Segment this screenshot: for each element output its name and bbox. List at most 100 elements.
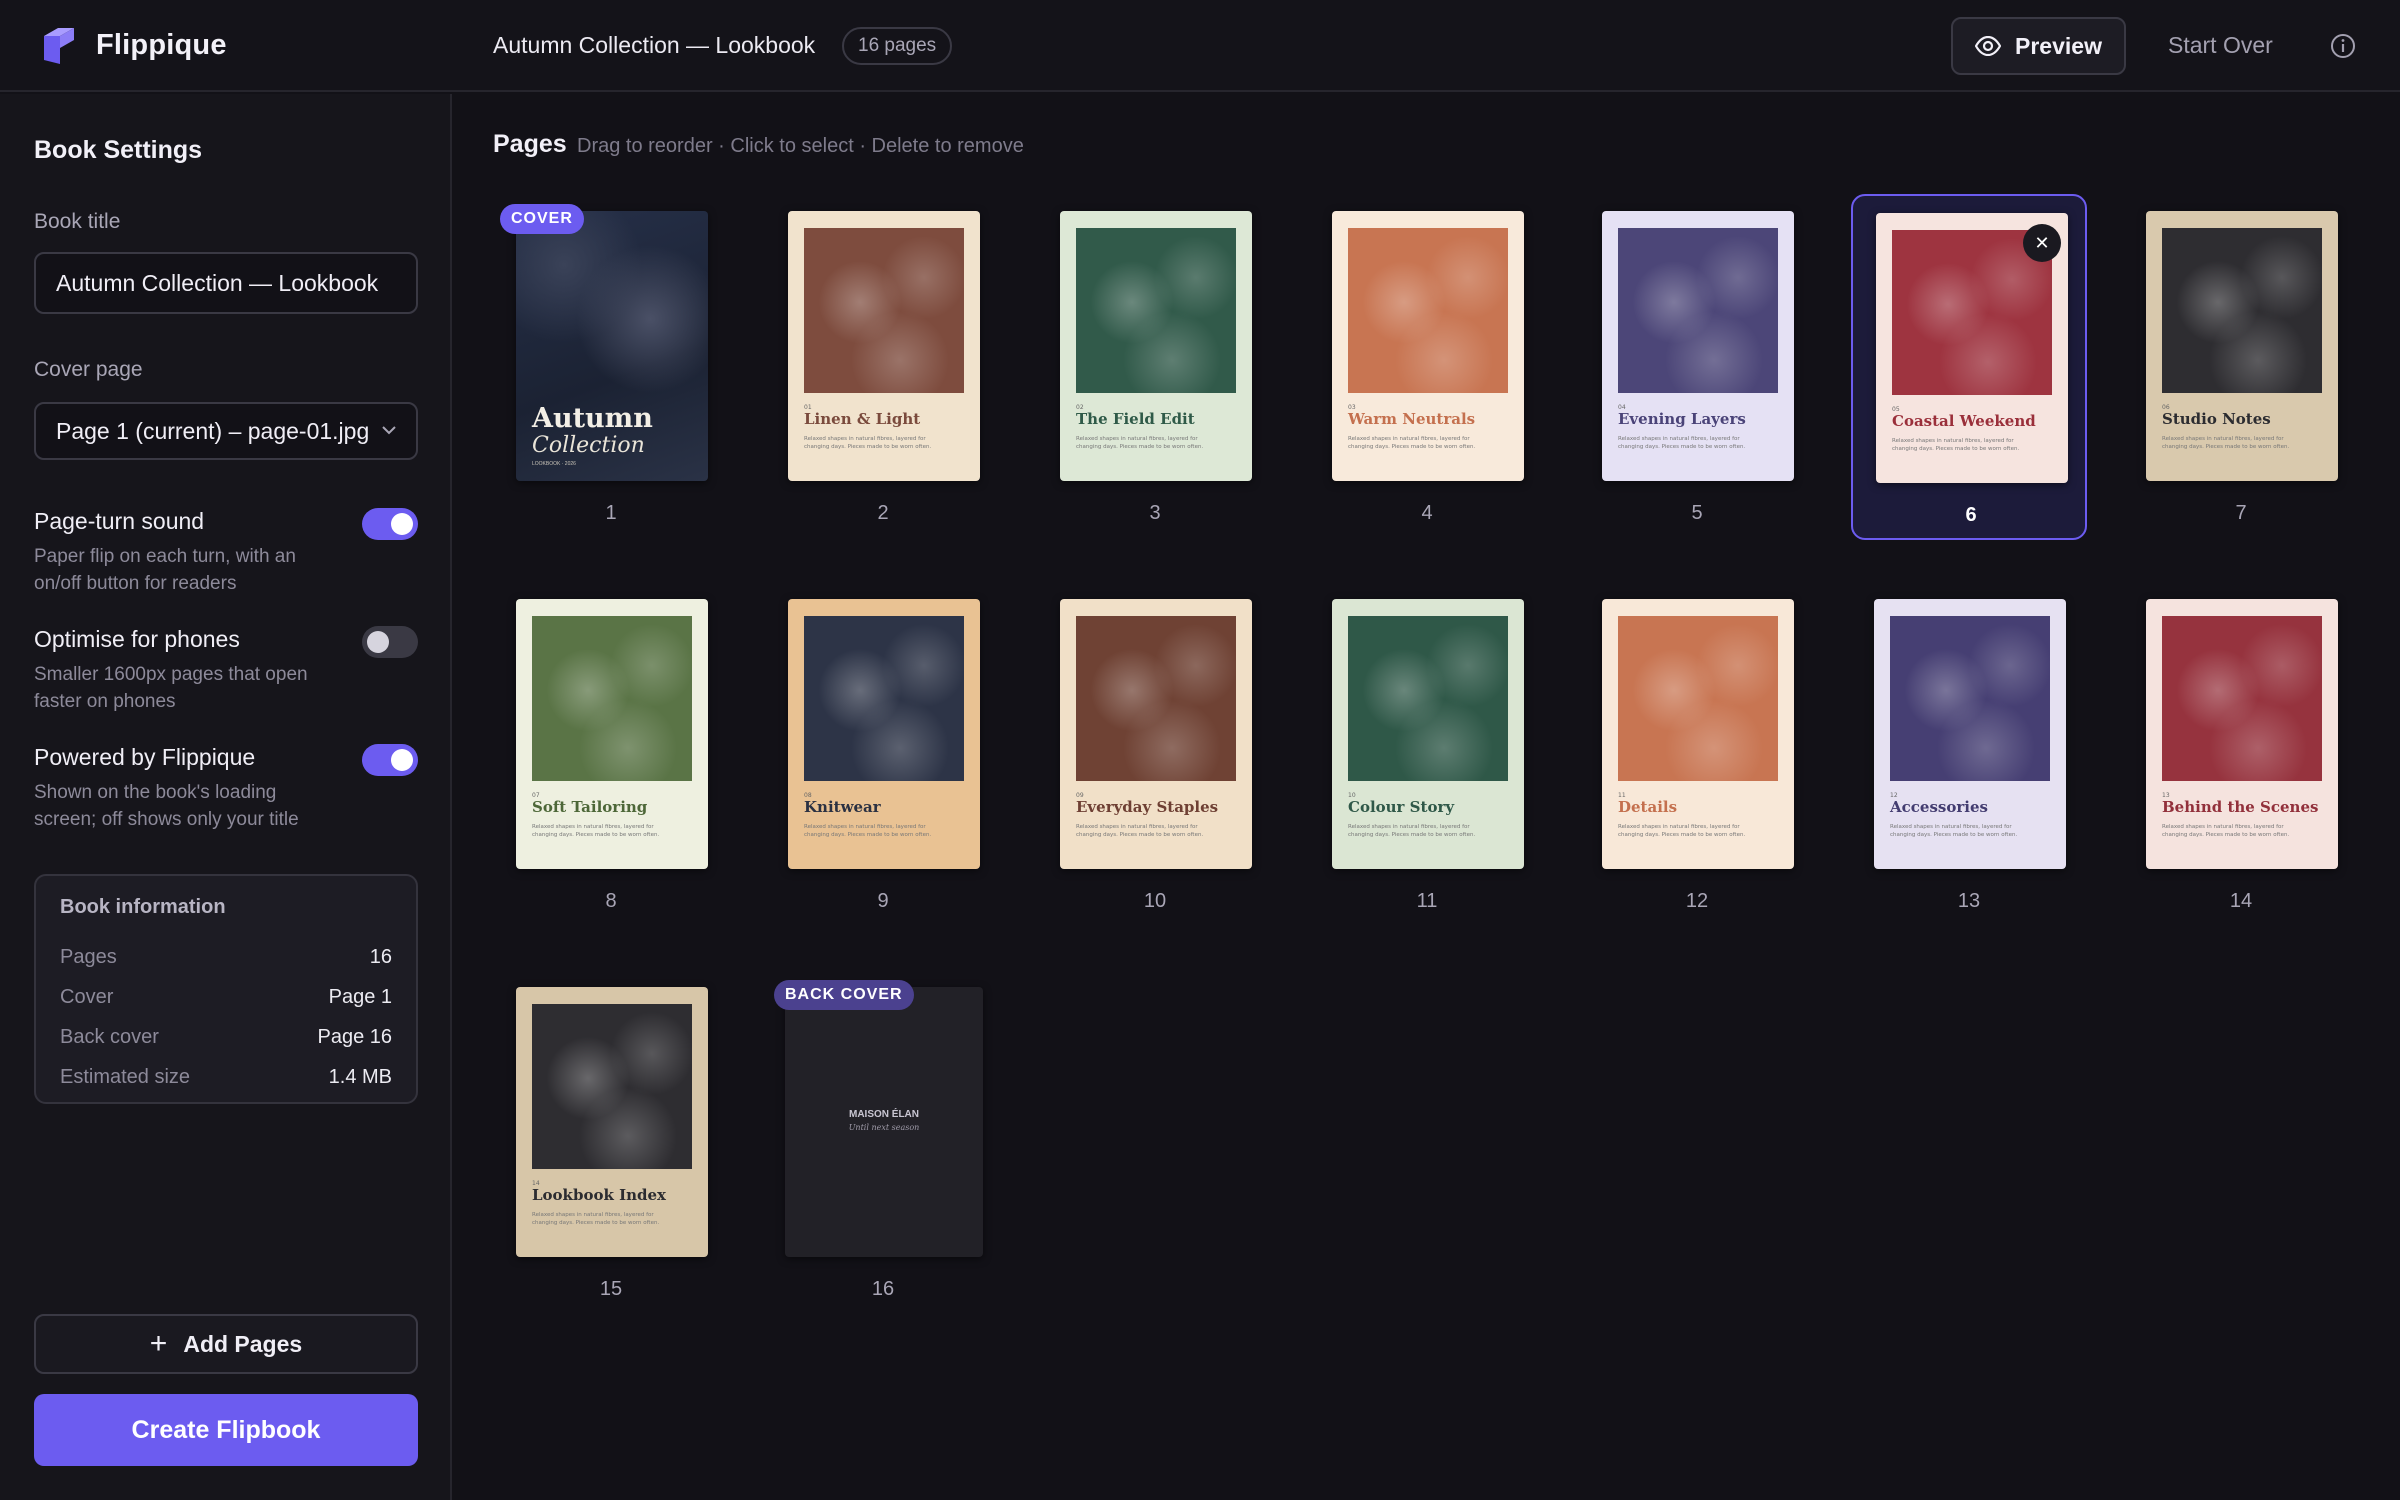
toggle-description: Smaller 1600px pages that open faster on… (34, 664, 308, 712)
cover-page-select[interactable]: Page 1 (current) – page-01.jpg (34, 402, 418, 460)
page-photo (1076, 616, 1236, 781)
page-title: Linen & Light (804, 410, 921, 428)
page-card[interactable]: 01 Linen & Light Relaxed shapes in natural… (765, 194, 1001, 540)
add-pages-label: Add Pages (183, 1330, 303, 1357)
page-photo (1618, 228, 1778, 393)
preview-label: Preview (2015, 32, 2102, 59)
info-row-estimated-size: Estimated size 1.4 MB (60, 1057, 392, 1097)
page-thumbnail: 12 Accessories Relaxed shapes in natural f… (1874, 599, 2066, 869)
page-title: Evening Layers (1618, 410, 1746, 428)
pages-section-title: Pages (493, 130, 567, 158)
page-thumbnail: 09 Everyday Staples Relaxed shapes in natu… (1060, 599, 1252, 869)
page-number: 13 (1957, 890, 1981, 912)
page-title: The Field Edit (1076, 410, 1195, 428)
page-title: Coastal Weekend (1892, 412, 2036, 430)
cover-subtitle: Collection (532, 433, 645, 458)
powered-by-toggle[interactable] (362, 744, 418, 776)
page-number: 1 (605, 502, 617, 524)
page-photo (532, 616, 692, 781)
cover-small-text: LOOKBOOK · 2026 (532, 461, 576, 467)
page-photo (804, 616, 964, 781)
page-thumbnail: 02 The Field Edit Relaxed shapes in natura… (1060, 211, 1252, 481)
info-value: 1.4 MB (328, 1066, 392, 1088)
toggle-title: Optimise for phones (34, 626, 240, 652)
preview-button[interactable]: Preview (1951, 17, 2126, 75)
page-card[interactable]: 02 The Field Edit Relaxed shapes in natura… (1037, 194, 1273, 540)
page-body-text: Relaxed shapes in natural fibres, layere… (1076, 824, 1204, 838)
optimise-for-phones-toggle[interactable] (362, 626, 418, 658)
page-body-text: Relaxed shapes in natural fibres, layere… (1618, 824, 1746, 838)
eye-icon (1975, 36, 2002, 56)
page-thumbnail: 10 Colour Story Relaxed shapes in natural … (1332, 599, 1524, 869)
page-card[interactable]: 09 Everyday Staples Relaxed shapes in natu… (1037, 582, 1273, 928)
add-pages-button[interactable]: + Add Pages (34, 1314, 418, 1374)
info-row-pages: Pages 16 (60, 937, 392, 977)
top-bar: Flippique Autumn Collection — Lookbook 1… (0, 0, 2400, 92)
info-value: 16 (369, 946, 392, 968)
page-photo (532, 1004, 692, 1169)
book-title-input[interactable]: Autumn Collection — Lookbook (34, 252, 418, 314)
page-thumbnail: 04 Evening Layers Relaxed shapes in natura… (1602, 211, 1794, 481)
page-number: 2 (877, 502, 889, 524)
page-photo (1618, 616, 1778, 781)
page-title: Knitwear (804, 798, 881, 816)
pages-grid: Autumn Collection LOOKBOOK · 2026 COVER 1 01 L… (493, 194, 2363, 1300)
page-card[interactable]: 13 Behind the Scenes Relaxed shapes in nat… (2123, 582, 2359, 928)
page-body-text: Relaxed shapes in natural fibres, layere… (1348, 436, 1476, 450)
toggle-row-powered-by: Powered by Flippique Shown on the book's… (34, 744, 418, 833)
page-thumbnail: 11 Details Relaxed shapes in natural fibre… (1602, 599, 1794, 869)
cover-title: Autumn (532, 403, 653, 434)
page-card[interactable]: 14 Lookbook Index Relaxed shapes in natura… (493, 970, 729, 1316)
page-title: Details (1618, 798, 1678, 816)
info-row-cover: Cover Page 1 (60, 977, 392, 1017)
page-card[interactable]: 03 Warm Neutrals Relaxed shapes in natural… (1309, 194, 1545, 540)
back-cover-tagline: Until next season (848, 1123, 920, 1132)
page-photo (1890, 616, 2050, 781)
toggle-row-optimise-for-phones: Optimise for phones Smaller 1600px pages… (34, 626, 418, 715)
book-title-label: Book title (34, 210, 121, 233)
page-body-text: Relaxed shapes in natural fibres, layere… (1348, 824, 1476, 838)
page-turn-sound-toggle[interactable] (362, 508, 418, 540)
page-number: 14 (2229, 890, 2253, 912)
page-card[interactable]: 06 Studio Notes Relaxed shapes in natural … (2123, 194, 2359, 540)
pages-section-hint: Drag to reorder · Click to select · Dele… (577, 135, 1024, 157)
page-card[interactable]: 05 Coastal Weekend Relaxed shapes in natur… (1851, 194, 2087, 540)
back-cover-badge: BACK COVER (774, 980, 914, 1010)
page-card[interactable]: 04 Evening Layers Relaxed shapes in natura… (1579, 194, 1815, 540)
cover-badge: COVER (500, 204, 584, 234)
page-photo (1076, 228, 1236, 393)
start-over-button[interactable]: Start Over (2168, 32, 2273, 59)
page-body-text: Relaxed shapes in natural fibres, layere… (532, 824, 660, 838)
page-thumbnail: 13 Behind the Scenes Relaxed shapes in nat… (2146, 599, 2338, 869)
book-information-heading: Book information (60, 896, 226, 918)
page-number: 9 (877, 890, 889, 912)
page-body-text: Relaxed shapes in natural fibres, layere… (1076, 436, 1204, 450)
info-value: Page 1 (328, 986, 392, 1008)
page-card[interactable]: 08 Knitwear Relaxed shapes in natural fibr… (765, 582, 1001, 928)
page-card[interactable]: MAISON ÉLAN Until next season BACK COVER 16 (765, 970, 1001, 1316)
page-photo (2162, 616, 2322, 781)
toggle-row-page-turn-sound: Page-turn sound Paper flip on each turn,… (34, 508, 418, 597)
info-row-back-cover: Back cover Page 16 (60, 1017, 392, 1057)
page-card[interactable]: Autumn Collection LOOKBOOK · 2026 COVER 1 (493, 194, 729, 540)
page-number: 16 (871, 1278, 895, 1300)
page-title: Lookbook Index (532, 1186, 666, 1204)
page-number: 4 (1421, 502, 1433, 524)
create-flipbook-button[interactable]: Create Flipbook (34, 1394, 418, 1466)
page-body-text: Relaxed shapes in natural fibres, layere… (2162, 824, 2290, 838)
remove-page-close-icon[interactable]: ✕ (2023, 224, 2061, 262)
toggle-knob (367, 631, 389, 653)
page-card[interactable]: 11 Details Relaxed shapes in natural fibre… (1579, 582, 1815, 928)
page-card[interactable]: 07 Soft Tailoring Relaxed shapes in natura… (493, 582, 729, 928)
page-card[interactable]: 12 Accessories Relaxed shapes in natural f… (1851, 582, 2087, 928)
page-thumbnail: 14 Lookbook Index Relaxed shapes in natura… (516, 987, 708, 1257)
info-key: Estimated size (60, 1066, 191, 1088)
page-card[interactable]: 10 Colour Story Relaxed shapes in natural … (1309, 582, 1545, 928)
page-body-text: Relaxed shapes in natural fibres, layere… (804, 436, 932, 450)
page-thumbnail: 03 Warm Neutrals Relaxed shapes in natural… (1332, 211, 1524, 481)
page-body-text: Relaxed shapes in natural fibres, layere… (2162, 436, 2290, 450)
settings-heading: Book Settings (34, 136, 203, 164)
page-body-text: Relaxed shapes in natural fibres, layere… (804, 824, 932, 838)
page-title: Warm Neutrals (1348, 410, 1476, 428)
info-icon[interactable] (2330, 33, 2356, 59)
